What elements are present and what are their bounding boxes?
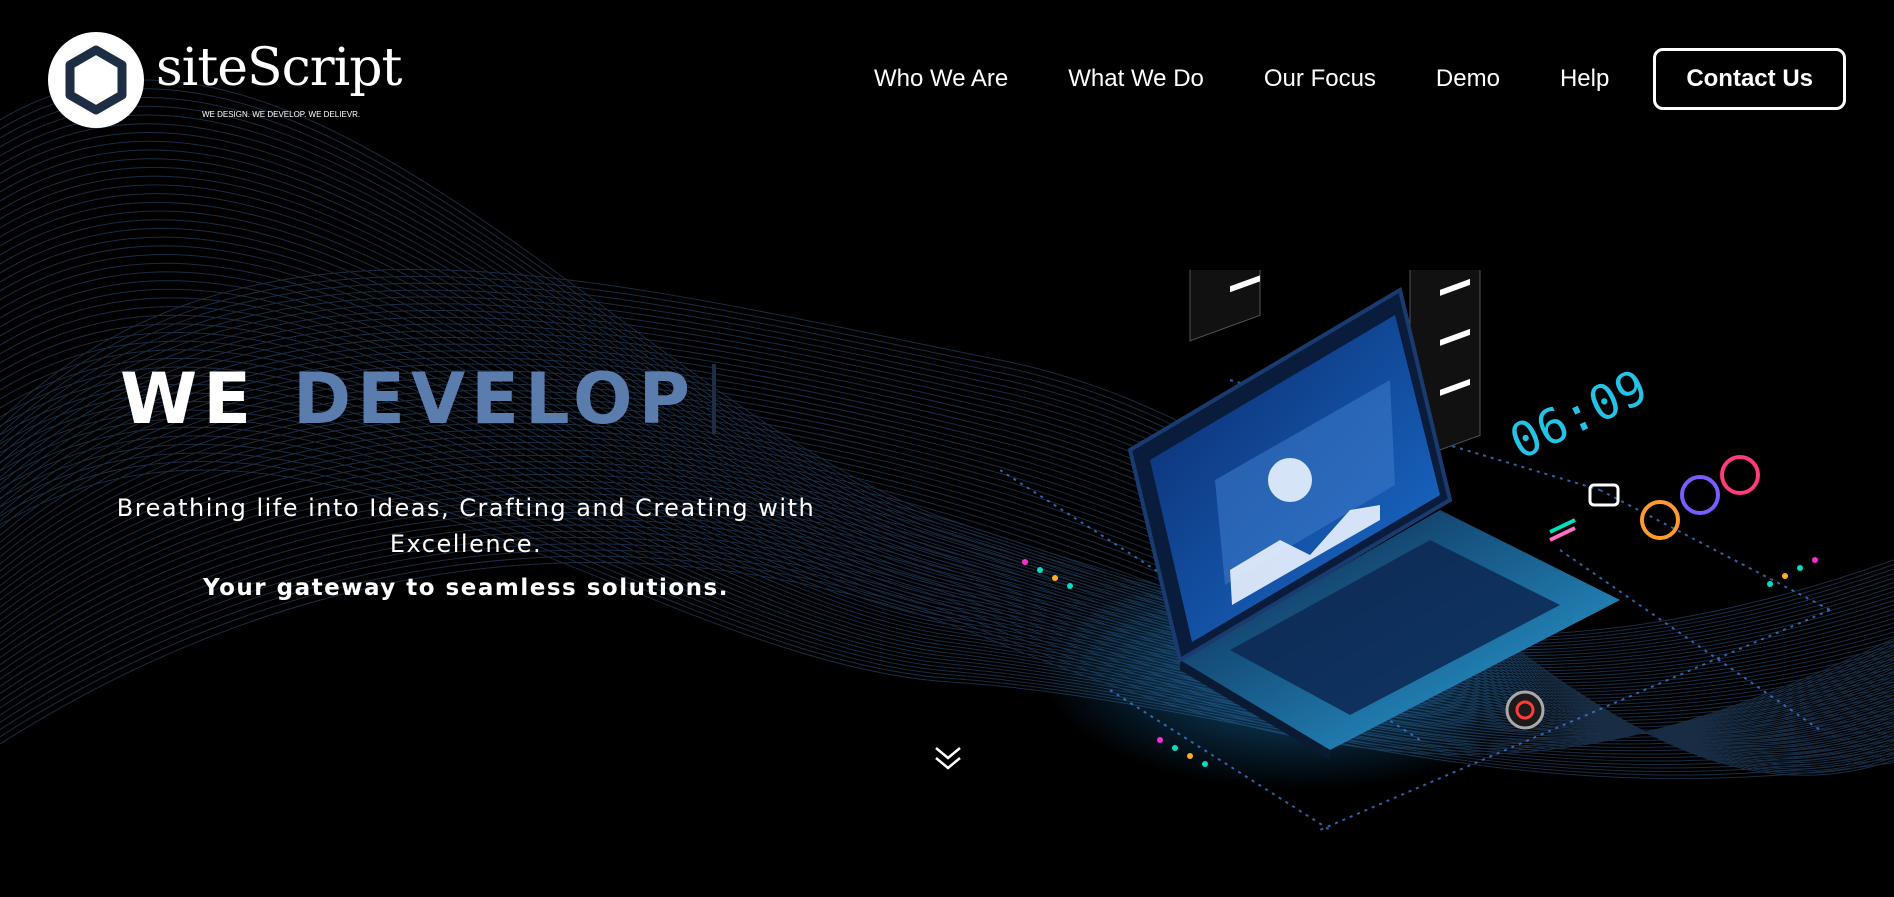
isometric-laptop-illustration: 06:09 (999, 204, 1880, 870)
nav-help[interactable]: Help (1560, 65, 1609, 93)
brand-name: siteScript (156, 38, 402, 98)
double-chevron-down-icon[interactable] (930, 740, 966, 776)
main-nav: Who We Are What We Do Our Focus Demo Hel… (874, 48, 1846, 110)
typing-cursor (711, 364, 716, 434)
site-logo[interactable]: siteScript WE DESIGN. WE DEVELOP. WE DEL… (48, 32, 402, 128)
nav-who-we-are[interactable]: Who We Are (874, 65, 1008, 93)
nav-our-focus[interactable]: Our Focus (1264, 65, 1376, 93)
clock-readout: 06:09 (1501, 359, 1656, 471)
brand-tagline: WE DESIGN. WE DEVELOP. WE DELIEVR. (202, 110, 361, 119)
hero-heading: WE DEVELOP (120, 358, 716, 440)
hero-heading-typed: DEVELOP (293, 358, 696, 440)
contact-us-button[interactable]: Contact Us (1653, 48, 1846, 110)
hero-subtitle: Breathing life into Ideas, Crafting and … (116, 494, 816, 558)
hero-tagline: Your gateway to seamless solutions. (203, 575, 729, 601)
nav-demo[interactable]: Demo (1436, 65, 1500, 93)
hero-heading-static: WE (120, 358, 258, 440)
code-panel-left (1189, 204, 1261, 342)
hexagon-swirl-icon (48, 32, 144, 128)
nav-what-we-do[interactable]: What We Do (1068, 65, 1204, 93)
